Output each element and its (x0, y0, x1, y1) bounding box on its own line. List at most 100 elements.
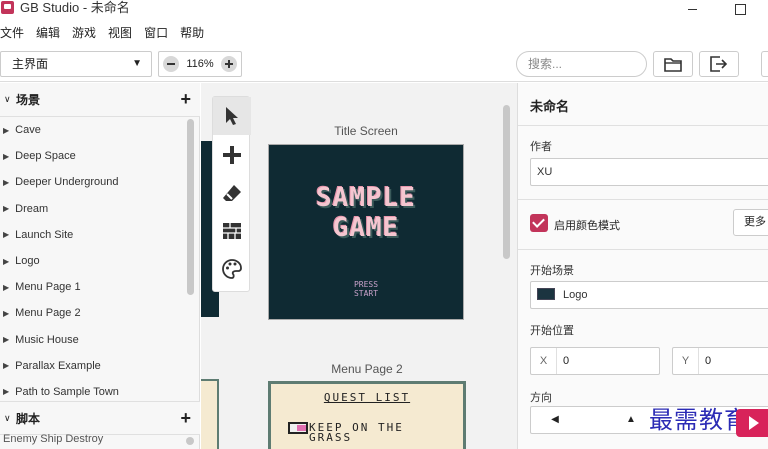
x-axis-label: X (531, 348, 557, 374)
list-item[interactable]: ▶ Dream (0, 196, 186, 222)
list-item[interactable]: ▶ Parallax Example (0, 353, 186, 379)
triangle-right-icon: ▶ (3, 125, 10, 135)
folder-icon (664, 57, 682, 72)
checkbox-icon (288, 422, 308, 434)
list-item[interactable]: ▶ Deeper Underground (0, 169, 186, 195)
export-icon (710, 56, 728, 72)
properties-panel: 未命名 作者 XU 启用颜色模式 更多 开始场景 Logo 开始位置 X0 Y0… (517, 83, 768, 449)
project-title: 未命名 (530, 99, 570, 114)
scene-title-screen[interactable]: SAMPLE GAME PRESS START (268, 144, 464, 320)
start-scene-label: 开始场景 (530, 265, 574, 277)
list-item[interactable]: ▶ Launch Site (0, 222, 186, 248)
y-value: 0 (705, 355, 712, 367)
list-item-label: Menu Page 1 (15, 281, 81, 294)
divider (518, 125, 768, 126)
list-item-label: Enemy Ship Destroy (3, 433, 104, 445)
search-input[interactable]: 搜索... (516, 51, 647, 77)
menu-view[interactable]: 视图 (108, 22, 132, 44)
scrollbar-thumb[interactable] (186, 437, 194, 445)
sidebar-scrollbar[interactable] (187, 119, 194, 295)
triangle-right-icon: ▶ (3, 177, 10, 187)
scene-title-label: Title Screen (334, 124, 398, 138)
zoom-level: 116% (186, 58, 214, 70)
collision-tool[interactable] (213, 212, 251, 250)
watermark-text: 最需教育 (649, 406, 749, 434)
export-button[interactable] (699, 51, 739, 77)
maximize-button[interactable] (720, 0, 760, 18)
zoom-out-icon[interactable] (163, 56, 179, 72)
left-sidebar: ∨ 场景 + ▶ Cave ▶ Deep Space ▶ Deeper Undergr… (0, 83, 200, 449)
y-axis-label: Y (673, 348, 699, 374)
press-text: PRESS (353, 280, 379, 289)
direction-label: 方向 (530, 392, 552, 404)
triangle-right-icon: ▶ (3, 204, 10, 214)
scripts-section-title: 脚本 (16, 411, 41, 426)
triangle-right-icon: ▶ (3, 387, 10, 397)
add-scene-icon[interactable]: + (180, 90, 191, 108)
view-select-dropdown[interactable]: 主界面 ▼ (0, 51, 152, 77)
list-item-label: Cave (15, 124, 41, 137)
add-script-icon[interactable]: + (180, 409, 191, 427)
list-item-label: Parallax Example (15, 359, 101, 372)
zoom-control: 116% (158, 51, 242, 77)
list-item[interactable]: ▶ Menu Page 1 (0, 274, 186, 300)
color-tool[interactable] (213, 250, 251, 288)
list-item[interactable]: ▶ Cave (0, 117, 186, 143)
color-mode-checkbox[interactable] (530, 214, 548, 232)
eraser-icon (223, 185, 241, 201)
list-item-label: Launch Site (15, 228, 74, 241)
start-position-label: 开始位置 (530, 325, 574, 337)
canvas-scrollbar[interactable] (503, 105, 510, 259)
color-mode-label: 启用颜色模式 (554, 220, 620, 232)
list-item[interactable]: ▶ Deep Space (0, 143, 186, 169)
list-item[interactable]: ▶ Music House (0, 327, 186, 353)
menu-help[interactable]: 帮助 (180, 22, 204, 44)
logo-line-1: SAMPLE (316, 183, 416, 213)
list-item[interactable]: ▶ Menu Page 2 (0, 300, 186, 326)
triangle-right-icon: ▶ (3, 256, 10, 266)
scripts-section-header[interactable]: ∨ 脚本 + (0, 401, 200, 435)
menu-game[interactable]: 游戏 (72, 22, 96, 44)
start-text: START (353, 289, 379, 298)
scenes-section-header[interactable]: ∨ 场景 + (0, 83, 200, 117)
view-select-value: 主界面 (12, 57, 49, 71)
list-item[interactable]: ▶ Logo (0, 248, 186, 274)
eraser-tool[interactable] (213, 174, 251, 212)
triangle-right-icon: ▶ (3, 361, 10, 371)
brick-wall-icon (223, 223, 241, 239)
start-x-input[interactable]: X0 (530, 347, 660, 375)
list-item-label: Menu Page 2 (15, 307, 81, 320)
scene-menu-label: Menu Page 2 (331, 362, 403, 376)
triangle-right-icon: ▶ (3, 151, 10, 161)
direction-left-button[interactable]: ◀ (531, 407, 579, 433)
triangle-right-icon: ▶ (3, 230, 10, 240)
author-label: 作者 (530, 141, 552, 153)
start-scene-select[interactable]: Logo (530, 281, 768, 309)
quest-list-title: QUEST LIST (323, 391, 411, 404)
gb-studio-app-icon (1, 1, 14, 14)
select-tool[interactable] (213, 97, 251, 135)
divider (518, 199, 768, 200)
window-title: GB Studio - 未命名 (20, 0, 130, 15)
author-field[interactable]: XU (530, 158, 768, 186)
menu-file[interactable]: 文件 (0, 22, 24, 44)
list-item[interactable]: Enemy Ship Destroy (0, 433, 200, 449)
chevron-down-icon: ∨ (4, 412, 11, 423)
open-folder-button[interactable] (653, 51, 693, 77)
scene-list: ▶ Cave ▶ Deep Space ▶ Deeper Underground ▶ D… (0, 117, 186, 405)
start-scene-value: Logo (563, 289, 588, 301)
scene-partial[interactable] (201, 379, 219, 449)
toolbar-edge-button[interactable] (761, 51, 768, 77)
menu-edit[interactable]: 编辑 (36, 22, 60, 44)
direction-up-button[interactable]: ▲ (607, 407, 655, 433)
scene-menu-page-2[interactable]: QUEST LIST KEEP ON THE GRASS (268, 381, 466, 449)
add-tool[interactable] (213, 136, 251, 174)
zoom-in-icon[interactable] (221, 56, 237, 72)
caret-down-icon: ▼ (132, 58, 142, 69)
start-y-input[interactable]: Y0 (672, 347, 768, 375)
menu-window[interactable]: 窗口 (144, 22, 168, 44)
more-button[interactable]: 更多 (733, 209, 768, 236)
toolbar: 主界面 ▼ 116% 搜索... (0, 46, 768, 82)
world-canvas[interactable]: Title Screen SAMPLE GAME PRESS START Men… (201, 83, 517, 449)
minimize-button[interactable] (672, 0, 712, 18)
